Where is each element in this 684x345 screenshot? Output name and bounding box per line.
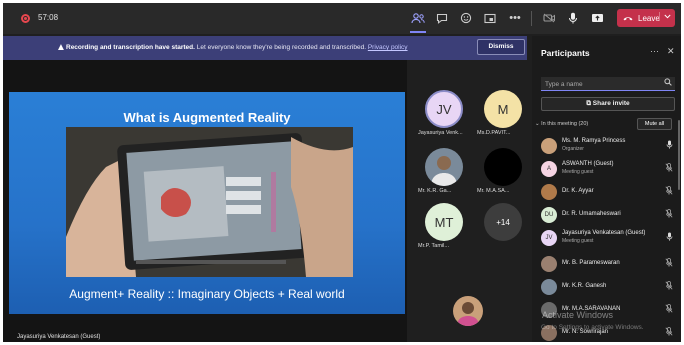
self-view-avatar <box>453 296 483 326</box>
microphone-muted-icon[interactable] <box>665 186 673 197</box>
participant-search <box>541 77 675 91</box>
participant-name: Mr. B. Parameswaran <box>562 260 620 266</box>
avatar: JV <box>425 90 463 128</box>
dismiss-button[interactable]: Dismiss <box>477 39 525 55</box>
presentation-slide: What is Augmented Reality Augment+ Reali… <box>9 92 405 314</box>
participant-role: Meeting guest <box>562 169 594 175</box>
mute-all-button[interactable]: Mute all <box>637 118 672 130</box>
recording-banner: ▲ Recording and transcription have start… <box>3 36 527 60</box>
share-screen-icon[interactable] <box>588 10 606 26</box>
microphone-muted-icon[interactable] <box>665 258 673 269</box>
search-icon[interactable] <box>664 78 672 88</box>
participant-row[interactable]: Mr. K.R. Ganesh <box>541 277 673 295</box>
participant-name: ASWANTH (Guest) <box>562 161 614 167</box>
participant-name: Ms. M. Ramya Princess <box>562 138 626 144</box>
leave-label: Leave <box>638 13 660 23</box>
tile-name: Jayasuriya Venk... <box>418 130 463 136</box>
breakout-rooms-icon[interactable] <box>481 10 499 26</box>
avatar <box>541 279 557 295</box>
in-meeting-header[interactable]: ⌄ In this meeting (20) <box>535 121 588 127</box>
scrollbar[interactable] <box>678 120 680 190</box>
microphone-muted-icon[interactable] <box>665 281 673 292</box>
microphone-muted-icon[interactable] <box>665 304 673 315</box>
people-icon[interactable] <box>409 10 427 33</box>
tile-name: Mr.P. Tamil... <box>418 243 449 249</box>
recording-message-text: Let everyone know they're being recorded… <box>194 44 368 51</box>
activate-windows-subtext: Go to Settings to activate Windows. <box>541 324 644 331</box>
activate-windows-watermark: Activate Windows <box>542 310 614 320</box>
share-invite-label: Share invite <box>592 100 630 107</box>
presenter-name: Jayasuriya Venkatesan (Guest) <box>17 334 101 340</box>
toolbar-divider <box>531 11 532 26</box>
microphone-muted-icon[interactable] <box>665 163 673 174</box>
more-participants-count: +14 <box>484 203 522 241</box>
participant-row[interactable]: Mr. B. Parameswaran <box>541 254 673 272</box>
tile-name: Ms.D.PAVIT... <box>477 130 511 136</box>
microphone-muted-icon[interactable] <box>665 327 673 338</box>
recording-message: Recording and transcription have started… <box>66 44 408 51</box>
participant-role: Meeting guest <box>562 238 594 244</box>
meeting-toolbar: 57:08 ••• Leave <box>3 3 681 34</box>
avatar <box>541 184 557 200</box>
close-icon[interactable]: ✕ <box>667 46 675 57</box>
participant-row[interactable]: Ms. M. Ramya Princess Organizer <box>541 136 673 154</box>
avatar <box>541 256 557 272</box>
participant-row[interactable]: Dr. K. Ayyar <box>541 182 673 200</box>
participant-name: Dr. R. Umamaheswari <box>562 211 621 217</box>
avatar-initials: M <box>497 101 509 117</box>
share-invite-button[interactable]: ⧉ Share invite <box>541 97 675 111</box>
participant-name: Dr. K. Ayyar <box>562 188 594 194</box>
more-options-icon[interactable]: ··· <box>650 46 659 56</box>
avatar-initials: MT <box>434 214 454 230</box>
recording-indicator-icon <box>21 14 30 23</box>
chat-icon[interactable] <box>433 10 451 26</box>
microphone-icon[interactable] <box>564 10 582 26</box>
slide-photo-ar-tablet <box>66 127 353 277</box>
participant-name: Jayasuriya Venkatesan (Guest) <box>562 230 646 236</box>
warning-icon: ▲ <box>56 42 66 53</box>
meeting-timer: 57:08 <box>38 13 59 22</box>
more-actions-icon[interactable]: ••• <box>506 10 524 26</box>
tile-name: Mr. M.A.SA... <box>477 188 510 194</box>
avatar-initials: JV <box>436 101 452 117</box>
avatar: JV <box>541 230 557 246</box>
shared-content-stage: What is Augmented Reality Augment+ Reali… <box>3 60 407 342</box>
hang-up-icon <box>623 14 633 23</box>
teams-meeting-window: 57:08 ••• Leave ▲ Recording and transcri… <box>3 3 681 342</box>
participant-row[interactable]: JV Jayasuriya Venkatesan (Guest) Meeting g… <box>541 228 673 246</box>
avatar: MT <box>425 203 463 241</box>
participant-row[interactable]: A ASWANTH (Guest) Meeting guest <box>541 159 673 177</box>
tile-name: Mr. K.R. Ga... <box>418 188 452 194</box>
reactions-icon[interactable] <box>457 10 475 26</box>
microphone-muted-icon[interactable] <box>665 209 673 220</box>
video-gallery: JV Jayasuriya Venk... M Ms.D.PAVIT... Mr… <box>407 60 527 342</box>
avatar: DU <box>541 207 557 223</box>
slide-caption: Augment+ Reality :: Imaginary Objects + … <box>69 287 345 301</box>
avatar <box>484 148 522 186</box>
avatar-photo <box>425 148 463 186</box>
search-input[interactable] <box>545 79 655 89</box>
chevron-down-icon[interactable] <box>659 12 671 21</box>
recording-message-bold: Recording and transcription have started… <box>66 44 195 51</box>
participant-role: Organizer <box>562 146 584 152</box>
camera-off-icon[interactable] <box>540 10 558 26</box>
participants-panel: Participants ··· ✕ ⧉ Share invite ⌄ In t… <box>532 36 681 342</box>
microphone-icon[interactable] <box>666 140 673 151</box>
avatar <box>541 138 557 154</box>
participant-name: Mr. K.R. Ganesh <box>562 283 607 289</box>
in-meeting-count: In this meeting (20) <box>541 121 589 127</box>
panel-title: Participants <box>541 48 590 58</box>
microphone-icon[interactable] <box>666 232 673 243</box>
participant-row[interactable]: DU Dr. R. Umamaheswari <box>541 205 673 223</box>
slide-title: What is Augmented Reality <box>123 110 291 125</box>
avatar: M <box>484 90 522 128</box>
avatar: A <box>541 161 557 177</box>
leave-button[interactable]: Leave <box>617 9 675 27</box>
more-count: +14 <box>496 217 510 227</box>
privacy-policy-link[interactable]: Privacy policy <box>368 44 408 51</box>
